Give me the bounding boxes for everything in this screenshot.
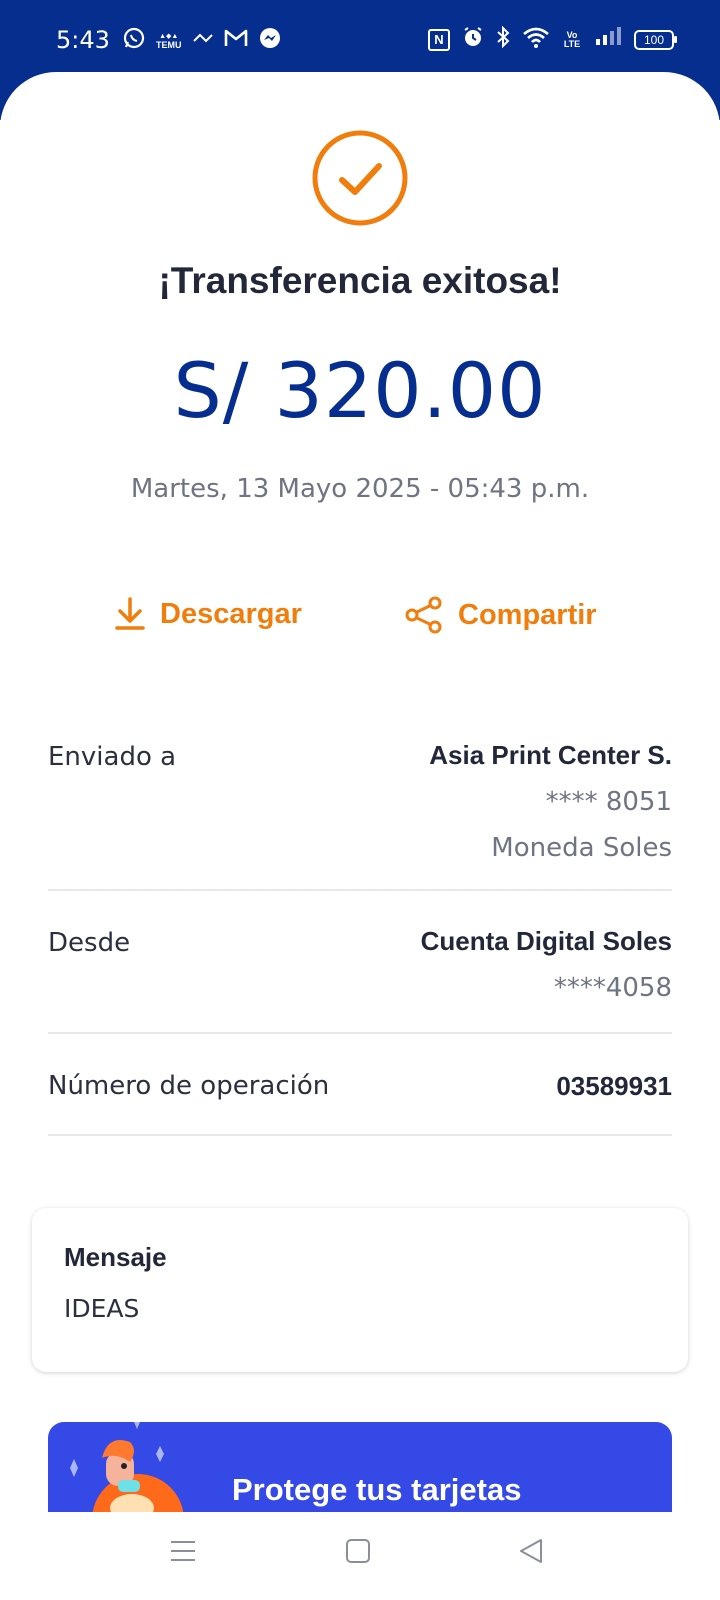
menu-nav-button[interactable] <box>170 1538 196 1569</box>
alarm-icon <box>462 26 484 53</box>
success-title: ¡Transferencia exitosa! <box>158 260 562 301</box>
divider <box>48 1134 672 1136</box>
sent-to-label: Enviado a <box>48 742 177 772</box>
promo-illustration <box>70 1422 184 1522</box>
recipient-account: **** 8051 <box>545 787 672 817</box>
home-square-icon <box>346 1539 370 1563</box>
temu-icon: ▲◆▲ TEMU <box>156 32 182 50</box>
home-nav-button[interactable] <box>345 1538 371 1569</box>
message-card: Mensaje IDEAS <box>32 1208 688 1372</box>
menu-icon <box>171 1541 195 1561</box>
notification-icons: ▲◆▲ TEMU <box>122 26 282 55</box>
divider <box>48 889 672 891</box>
back-triangle-icon <box>520 1539 542 1563</box>
operation-label: Número de operación <box>48 1071 330 1101</box>
share-icon <box>404 596 444 634</box>
back-nav-button[interactable] <box>518 1538 544 1569</box>
download-icon <box>114 596 146 632</box>
system-navigation-bar <box>0 1512 720 1600</box>
bcp-icon <box>192 31 214 50</box>
message-body: IDEAS <box>64 1294 140 1323</box>
system-icons: N Vo LTE 100 <box>428 25 677 53</box>
recipient-currency: Moneda Soles <box>491 833 672 863</box>
transfer-amount: S/ 320.00 <box>173 346 547 435</box>
temu-label: TEMU <box>156 39 182 50</box>
signal-icon <box>594 27 622 52</box>
transfer-datetime: Martes, 13 Mayo 2025 - 05:43 p.m. <box>130 474 590 504</box>
divider <box>48 1032 672 1034</box>
promo-title: Protege tus tarjetas <box>232 1472 522 1507</box>
volte-icon: Vo LTE <box>563 29 581 49</box>
messenger-icon <box>258 26 282 55</box>
from-label: Desde <box>48 928 131 958</box>
whatsapp-icon <box>122 26 146 55</box>
download-label: Descargar <box>160 597 302 630</box>
message-title: Mensaje <box>64 1242 167 1272</box>
wifi-icon <box>522 26 550 53</box>
recipient-name: Asia Print Center S. <box>429 740 672 770</box>
source-account-name: Cuenta Digital Soles <box>420 926 672 956</box>
status-time: 5:43 <box>56 26 110 54</box>
bluetooth-icon <box>496 25 510 53</box>
share-button[interactable]: Compartir <box>404 596 597 634</box>
nfc-icon: N <box>428 28 450 51</box>
download-button[interactable]: Descargar <box>114 596 302 632</box>
gmail-icon <box>224 28 248 53</box>
success-check-icon <box>310 128 410 228</box>
operation-number: 03589931 <box>556 1071 672 1101</box>
promo-banner[interactable]: Protege tus tarjetas <box>48 1422 672 1522</box>
from-details: Cuenta Digital Soles ****4058 <box>421 926 672 1003</box>
source-account-number: ****4058 <box>553 973 672 1003</box>
battery-icon: 100 <box>634 29 677 50</box>
share-label: Compartir <box>458 598 597 631</box>
sent-to-details: Asia Print Center S. **** 8051 Moneda So… <box>429 740 672 863</box>
